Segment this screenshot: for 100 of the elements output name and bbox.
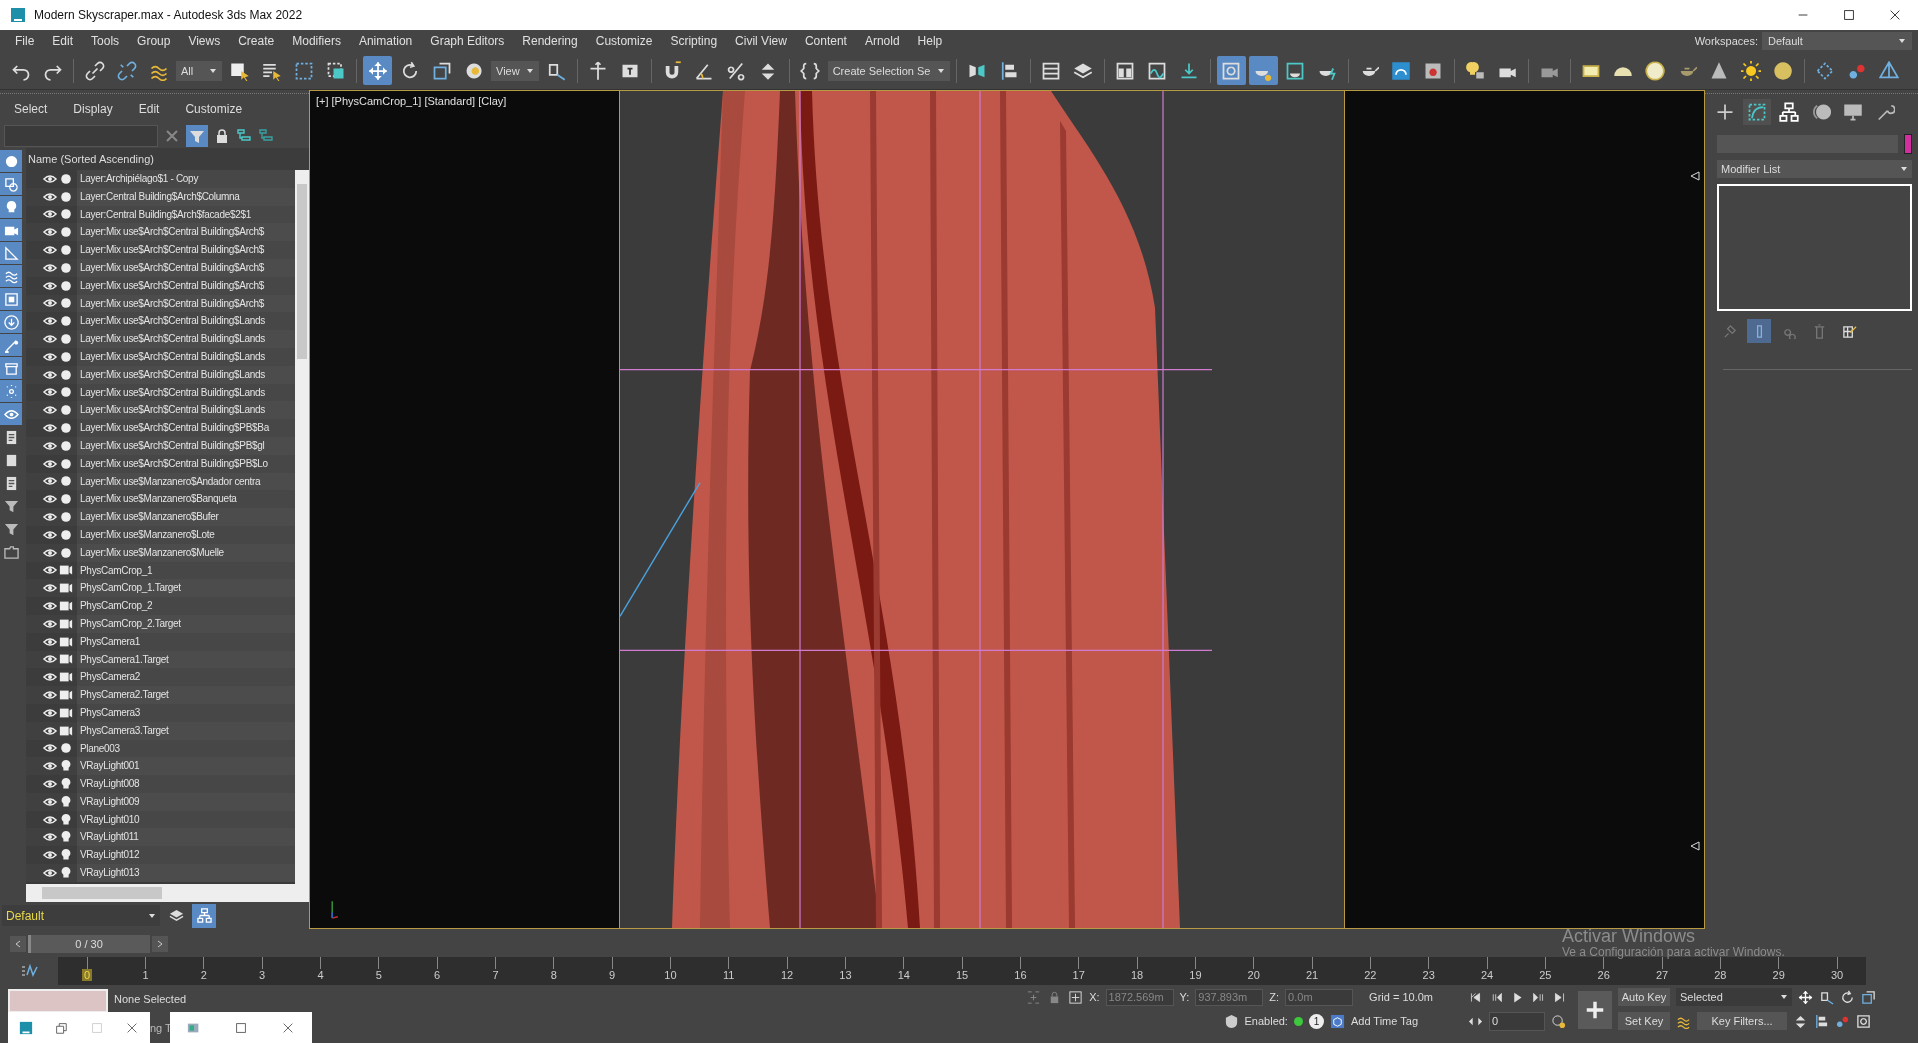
count-badge: 1 bbox=[1308, 1013, 1324, 1029]
scene-row[interactable]: VRayLight001 bbox=[26, 757, 295, 776]
menu-item[interactable]: Modifiers bbox=[283, 34, 350, 48]
scene-row[interactable]: VRayLight013 bbox=[26, 864, 295, 882]
grid-size: Grid = 10.0m bbox=[1369, 991, 1433, 1003]
object-name: Layer:Mix use$Arch$Central Building$Arch$ bbox=[77, 241, 295, 259]
coordinate-label: X: bbox=[1089, 991, 1100, 1003]
workspaces-label: Workspaces: bbox=[1694, 35, 1758, 47]
frame-number: 24 bbox=[1479, 969, 1495, 981]
frame-number: 8 bbox=[549, 969, 558, 981]
window-title: Modern Skyscraper.max - Autodesk 3ds Max 2022 bbox=[34, 8, 303, 22]
object-name: VRayLight012 bbox=[77, 846, 295, 865]
explorer-menu-item[interactable]: Display bbox=[73, 102, 113, 116]
menu-item[interactable]: Group bbox=[128, 34, 180, 48]
frame-field[interactable]: 0 bbox=[1489, 1011, 1545, 1031]
explorer-menu-item[interactable]: Edit bbox=[138, 102, 160, 116]
menu-item[interactable]: Rendering bbox=[513, 34, 587, 48]
object-name: Layer:Mix use$Arch$Central Building$Lands bbox=[77, 330, 295, 348]
toolbar-dropdown[interactable]: View bbox=[491, 60, 539, 81]
frame-number: 20 bbox=[1246, 969, 1261, 981]
frame-number: 10 bbox=[663, 969, 678, 981]
menu-item[interactable]: Animation bbox=[349, 34, 422, 48]
selection-status: None Selected bbox=[114, 993, 187, 1005]
frame-number: 6 bbox=[433, 969, 442, 981]
coordinate-label: Z: bbox=[1269, 991, 1280, 1003]
viewport-label[interactable]: [+] bbox=[316, 95, 329, 107]
object-name: PhysCamera2.Target bbox=[77, 686, 295, 704]
object-name: Layer:Mix use$Arch$Central Building$Lands bbox=[77, 312, 295, 331]
object-name: PhysCamCrop_2 bbox=[77, 597, 295, 615]
scene-row[interactable]: Layer:Mix use$Manzanero$Bufer bbox=[26, 508, 295, 526]
menu-item[interactable]: Views bbox=[179, 34, 230, 48]
explorer-menu-item[interactable]: Customize bbox=[185, 102, 243, 116]
workspace-dropdown[interactable]: Default bbox=[1762, 32, 1912, 50]
frame-number: 23 bbox=[1421, 969, 1436, 981]
enabled-label: Enabled: bbox=[1244, 1015, 1288, 1027]
menu-item[interactable]: Graph Editors bbox=[421, 34, 514, 48]
frame-number: 30 bbox=[1829, 969, 1845, 981]
menu-item[interactable]: Arnold bbox=[855, 34, 909, 48]
auto-key-button[interactable]: Auto Key bbox=[1618, 988, 1670, 1006]
frame-number: 17 bbox=[1071, 969, 1086, 981]
menu-item[interactable]: Help bbox=[908, 34, 952, 48]
modifier-list-dropdown[interactable]: Modifier List bbox=[1717, 160, 1912, 178]
frame-number: 21 bbox=[1304, 969, 1320, 981]
viewport-label[interactable]: [Clay] bbox=[478, 95, 507, 107]
object-name: VRayLight013 bbox=[77, 864, 295, 882]
scene-row[interactable]: Layer:Mix use$Arch$Central Building$Lands bbox=[26, 401, 295, 420]
scene-row[interactable]: Layer:Mix use$Arch$Central Building$Lands bbox=[26, 330, 295, 348]
viewport-label[interactable]: [Standard] bbox=[424, 95, 476, 107]
object-name: Layer:Mix use$Arch$Central Building$Arch$ bbox=[77, 223, 295, 242]
time-slider[interactable]: 0 / 30 bbox=[28, 935, 150, 953]
frame-number: 11 bbox=[722, 969, 736, 981]
frame-number: 26 bbox=[1596, 969, 1611, 981]
frame-number: 5 bbox=[374, 969, 383, 981]
frame-number: 4 bbox=[316, 969, 325, 981]
key-mode-dropdown[interactable]: Selected bbox=[1676, 988, 1792, 1006]
frame-number: 15 bbox=[954, 969, 970, 981]
object-name: Layer:Mix use$Manzanero$Bufer bbox=[77, 508, 295, 526]
scene-row[interactable]: VRayLight011 bbox=[26, 828, 295, 847]
viewport-label[interactable]: [PhysCamCrop_1] bbox=[331, 95, 422, 107]
activation-hint: Ve a Configuración para activar Windows. bbox=[1562, 946, 1785, 959]
activation-title: Activar Windows bbox=[1562, 926, 1696, 946]
frame-number: 2 bbox=[199, 969, 208, 981]
add-time-tag-label[interactable]: Add Time Tag bbox=[1350, 1015, 1418, 1027]
frame-number: 9 bbox=[608, 969, 617, 981]
object-name: PhysCamera2 bbox=[77, 668, 295, 687]
menu-item[interactable]: File bbox=[6, 34, 44, 48]
frame-number: 0 bbox=[82, 969, 93, 981]
menu-item[interactable]: Civil View bbox=[726, 34, 796, 48]
column-header[interactable]: Name (Sorted Ascending) bbox=[26, 148, 309, 170]
explorer-menu-item[interactable]: Select bbox=[14, 102, 48, 116]
coordinate-label: Y: bbox=[1179, 991, 1190, 1003]
toolbar-dropdown[interactable]: All bbox=[176, 60, 222, 81]
scene-row[interactable]: PhysCamera2.Target bbox=[26, 686, 295, 704]
object-name: VRayLight008 bbox=[77, 775, 295, 793]
menu-item[interactable]: Scripting bbox=[661, 34, 727, 48]
frame-number: 25 bbox=[1538, 969, 1553, 981]
key-filters-button[interactable]: Key Filters... bbox=[1697, 1012, 1787, 1030]
frame-number: 14 bbox=[896, 969, 911, 981]
object-name: Layer:Archipiélago$1 - Copy bbox=[77, 170, 295, 188]
set-key-text-button[interactable]: Set Key bbox=[1618, 1012, 1670, 1030]
frame-number: 27 bbox=[1654, 969, 1670, 981]
menu-item[interactable]: Edit bbox=[43, 34, 83, 48]
frame-number: 3 bbox=[258, 969, 267, 981]
viewport[interactable]: [+] [PhysCamCrop_1] [Standard] [Clay] bbox=[309, 90, 1705, 929]
frame-number: 16 bbox=[1013, 969, 1028, 981]
frame-number: 13 bbox=[838, 969, 853, 981]
layer-dropdown[interactable]: Default bbox=[2, 905, 160, 926]
scene-row[interactable]: PhysCamCrop_1.Target bbox=[26, 579, 295, 598]
object-name: Layer:Mix use$Arch$Central Building$PB$Ba bbox=[77, 419, 295, 437]
frame-number: 18 bbox=[1129, 969, 1145, 981]
menu-item[interactable]: Tools bbox=[82, 34, 129, 48]
toolbar-dropdown[interactable]: Create Selection Se bbox=[827, 60, 950, 81]
menu-item[interactable]: Create bbox=[229, 34, 284, 48]
object-name: VRayLight011 bbox=[77, 828, 295, 847]
frame-number: 7 bbox=[491, 969, 500, 981]
frame-number: 22 bbox=[1363, 969, 1378, 981]
scene-row[interactable]: Layer:Mix use$Arch$Central Building$Arch$ bbox=[26, 223, 295, 242]
menu-item[interactable]: Customize bbox=[586, 34, 662, 48]
menu-item[interactable]: Content bbox=[795, 34, 856, 48]
frame-number: 12 bbox=[779, 969, 795, 981]
